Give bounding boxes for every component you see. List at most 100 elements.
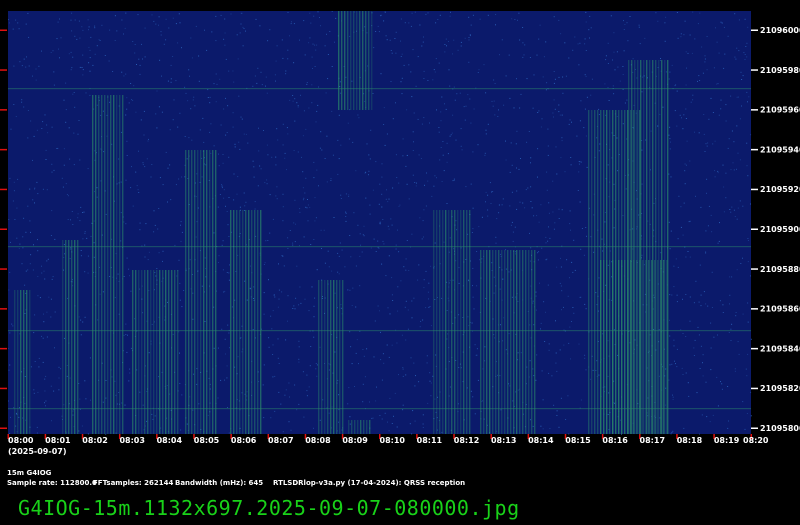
noise-speck	[517, 389, 519, 391]
noise-speck	[93, 242, 95, 244]
noise-speck	[339, 81, 341, 83]
noise-speck	[478, 226, 480, 228]
noise-speck	[487, 215, 489, 217]
noise-speck	[747, 240, 749, 241]
noise-speck	[223, 197, 225, 199]
noise-speck	[492, 191, 494, 192]
noise-speck	[135, 111, 137, 113]
noise-speck	[218, 262, 219, 263]
noise-speck	[477, 379, 479, 381]
noise-speck	[412, 49, 414, 51]
noise-speck	[585, 11, 587, 13]
bandwidth-label: Bandwidth (mHz): 645	[175, 479, 264, 487]
noise-speck	[671, 294, 673, 296]
noise-speck	[366, 348, 368, 350]
noise-speck	[354, 386, 355, 387]
noise-speck	[745, 46, 747, 47]
noise-speck	[623, 29, 625, 30]
noise-speck	[189, 259, 191, 261]
noise-speck	[441, 96, 443, 98]
noise-speck	[430, 265, 432, 267]
noise-speck	[270, 417, 272, 419]
noise-speck	[742, 313, 744, 315]
noise-speck	[569, 119, 571, 121]
noise-speck	[87, 433, 89, 435]
noise-speck	[351, 305, 353, 306]
noise-speck	[579, 120, 581, 122]
noise-speck	[403, 64, 405, 66]
noise-speck	[79, 220, 81, 222]
noise-speck	[287, 11, 289, 13]
signal-column	[612, 260, 614, 434]
noise-speck	[520, 352, 522, 354]
noise-speck	[224, 379, 225, 381]
noise-speck	[388, 430, 390, 432]
noise-speck	[401, 93, 403, 95]
noise-speck	[747, 302, 749, 304]
noise-speck	[499, 288, 501, 290]
noise-speck	[442, 154, 444, 156]
noise-speck	[493, 79, 495, 81]
noise-speck	[571, 121, 572, 123]
noise-speck	[572, 271, 574, 273]
signal-column	[480, 250, 482, 434]
noise-speck	[88, 46, 90, 48]
signal-column	[162, 270, 164, 434]
noise-speck	[236, 193, 238, 195]
noise-speck	[192, 409, 194, 411]
noise-speck	[560, 257, 561, 259]
noise-speck	[500, 324, 501, 326]
noise-speck	[427, 180, 429, 182]
signal-column	[621, 260, 623, 434]
noise-speck	[45, 405, 46, 407]
noise-speck	[77, 133, 79, 135]
noise-speck	[297, 105, 299, 106]
noise-speck	[695, 195, 696, 197]
time-label: 08:00	[8, 436, 34, 445]
noise-speck	[622, 215, 624, 217]
noise-speck	[241, 118, 243, 120]
noise-speck	[515, 143, 517, 145]
noise-speck	[147, 259, 149, 261]
noise-speck	[146, 420, 148, 422]
signal-column	[191, 150, 193, 434]
noise-speck	[544, 341, 546, 342]
noise-speck	[69, 258, 71, 259]
noise-speck	[72, 414, 74, 416]
noise-speck	[379, 310, 380, 312]
noise-speck	[50, 52, 52, 53]
noise-speck	[389, 313, 391, 315]
noise-speck	[63, 148, 65, 150]
noise-speck	[136, 185, 138, 187]
noise-speck	[541, 247, 543, 249]
noise-speck	[18, 247, 20, 249]
signal-column	[212, 150, 214, 434]
noise-speck	[607, 87, 609, 89]
noise-speck	[225, 134, 227, 136]
noise-speck	[705, 251, 707, 253]
noise-speck	[734, 216, 736, 217]
noise-speck	[48, 296, 50, 298]
noise-speck	[349, 109, 351, 111]
noise-speck	[82, 238, 84, 240]
noise-speck	[58, 366, 60, 368]
noise-speck	[316, 364, 318, 366]
noise-speck	[619, 80, 621, 82]
noise-speck	[570, 164, 572, 166]
noise-speck	[293, 222, 295, 224]
noise-speck	[562, 76, 564, 78]
noise-speck	[608, 100, 610, 101]
noise-speck	[221, 244, 223, 246]
noise-speck	[188, 137, 190, 139]
noise-speck	[99, 293, 101, 295]
noise-speck	[298, 403, 300, 405]
noise-speck	[560, 33, 562, 35]
noise-speck	[146, 158, 148, 160]
noise-speck	[45, 149, 47, 151]
noise-speck	[25, 231, 27, 233]
noise-speck	[88, 62, 90, 64]
noise-speck	[451, 132, 453, 134]
noise-speck	[382, 219, 384, 220]
noise-speck	[123, 75, 125, 77]
noise-speck	[333, 217, 335, 218]
